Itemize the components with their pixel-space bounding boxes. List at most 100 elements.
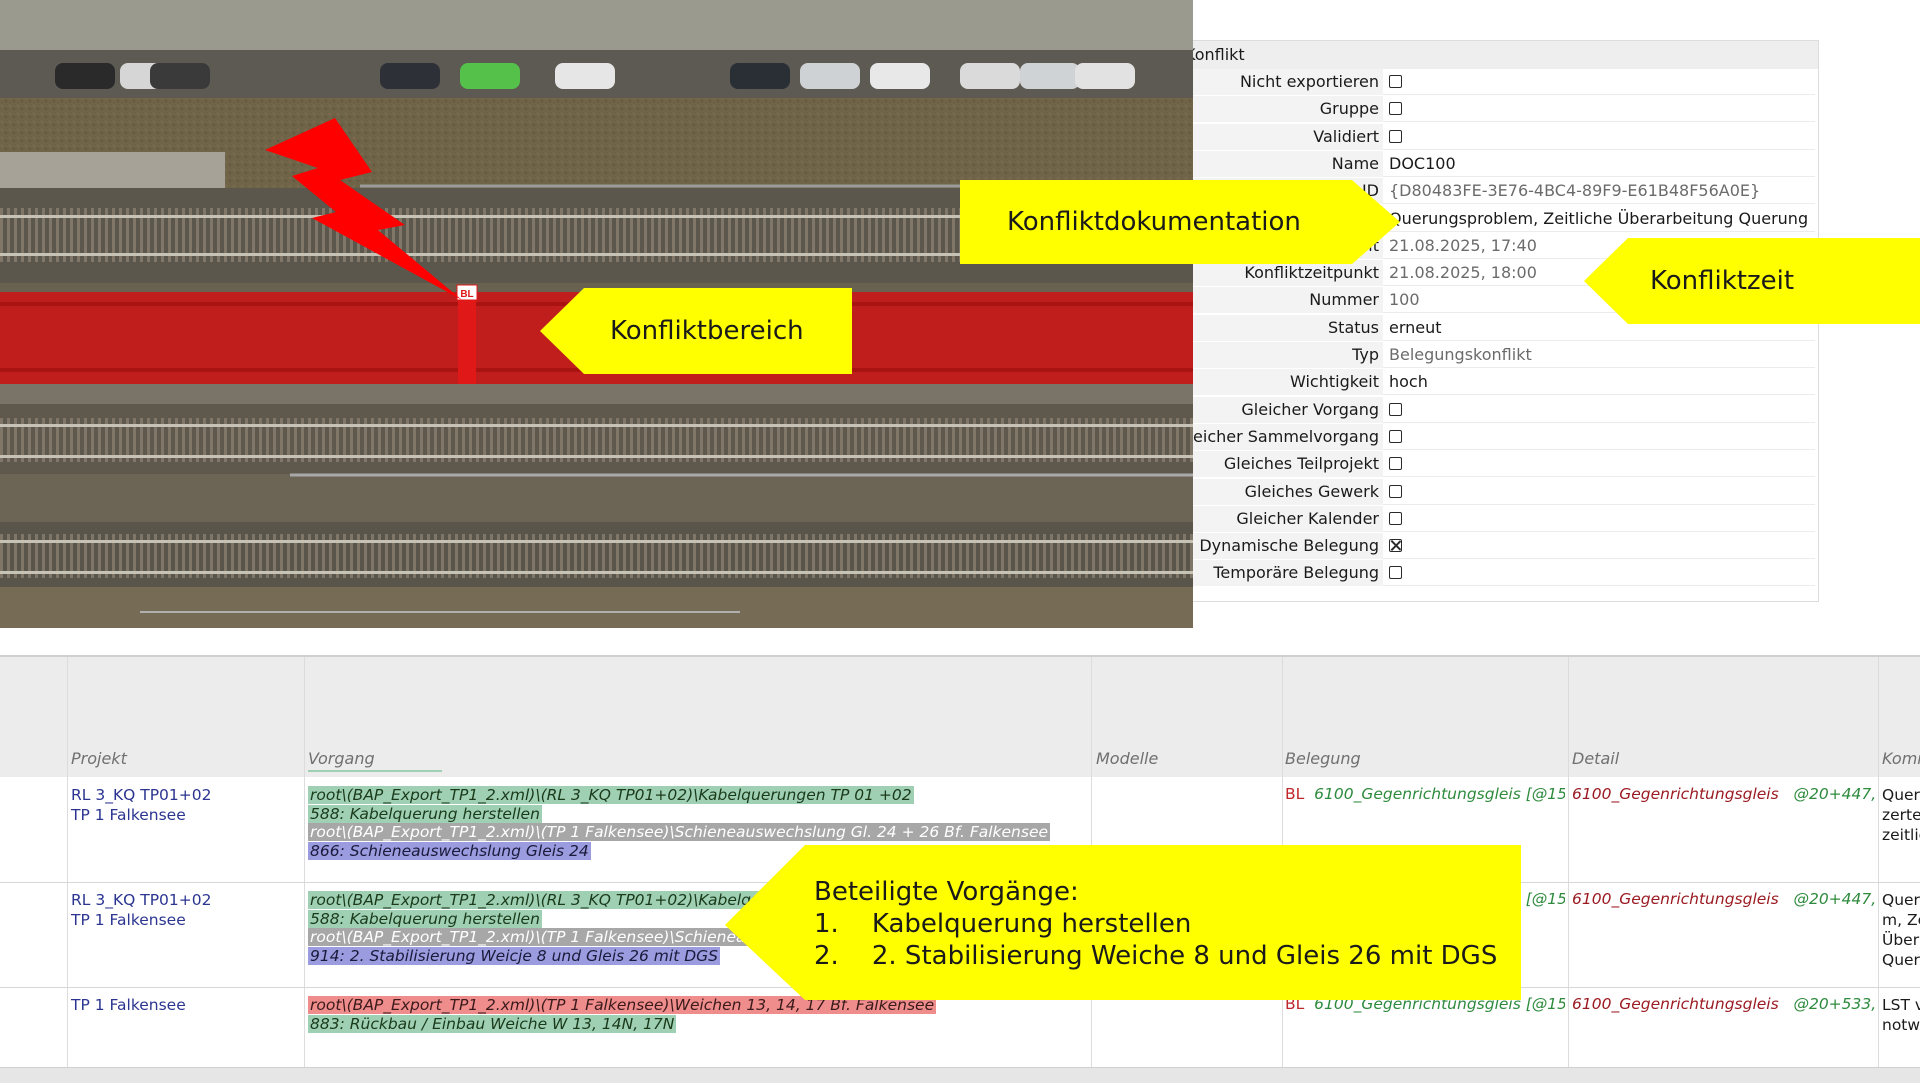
vorgang-path[interactable]: root\(BAP_Export_TP1_2.xml)\(RL 3_KQ TP0… — [308, 786, 914, 804]
cell-projekt: RL 3_KQ TP01+02 TP 1 Falkensee — [71, 890, 211, 930]
property-checkbox[interactable] — [1389, 511, 1402, 525]
property-label-cell: Gleicher Sammelvorgang — [1193, 423, 1383, 450]
property-checkbox[interactable] — [1389, 539, 1402, 553]
kommentar-line: Über — [1882, 931, 1920, 949]
property-checkbox[interactable] — [1389, 484, 1402, 498]
parked-car — [460, 63, 520, 89]
property-label: Nicht exportieren — [1239, 72, 1379, 91]
property-label-cell: Wichtigkeit — [1193, 369, 1383, 396]
kommentar-line: zeitlic — [1882, 826, 1920, 844]
property-value-cell — [1383, 479, 1815, 505]
track-rail — [0, 455, 1193, 458]
property-row: Typ Belegungskonflikt — [1193, 342, 1818, 369]
vorgang-path[interactable]: root\(BAP_Export_TP1_2.xml)\(TP 1 Falken… — [308, 823, 1051, 841]
property-row: Nicht exportieren — [1193, 69, 1818, 96]
property-checkbox[interactable] — [1389, 457, 1402, 471]
kommentar-line: m, Ze — [1882, 911, 1920, 929]
property-label-cell: Nummer — [1193, 287, 1383, 314]
column-header-vorgang[interactable]: Vorgang — [308, 749, 375, 768]
detail-position: @20+447, @2 — [1793, 785, 1880, 803]
property-checkbox[interactable] — [1389, 75, 1402, 88]
vorgang-task[interactable]: 588: Kabelquerung herstellen — [308, 910, 542, 928]
callout-beteiligte-item-2: 2. 2. Stabilisierung Weiche 8 und Gleis … — [814, 941, 1498, 971]
vorgang-task[interactable]: 588: Kabelquerung herstellen — [308, 805, 542, 823]
cell-detail: 6100_Gegenrichtungsgleis @20+533, @2 — [1572, 995, 1880, 1013]
vorgang-task[interactable]: 914: 2. Stabilisierung Weicje 8 und Glei… — [308, 947, 720, 965]
property-row: Wichtigkeit hoch — [1193, 369, 1818, 396]
property-value-cell — [1383, 451, 1815, 478]
parked-car — [960, 63, 1020, 89]
property-value: erneut — [1389, 317, 1442, 337]
property-label: Dynamische Belegung — [1199, 536, 1379, 556]
property-value-cell[interactable]: {D80483FE-3E76-4BC4-89F9-E61B48F56A0E} — [1383, 178, 1815, 205]
property-value-cell[interactable]: Belegungskonflikt — [1383, 342, 1815, 368]
property-row: Name DOC100 — [1193, 150, 1818, 178]
column-header-kommentar[interactable]: Komm — [1882, 749, 1920, 768]
kommentar-line: Quer — [1882, 891, 1920, 909]
detail-position: @20+533, @2 — [1793, 995, 1880, 1013]
property-checkbox[interactable] — [1389, 429, 1402, 443]
column-header-modelle[interactable]: Modelle — [1096, 749, 1158, 768]
track-rail — [0, 540, 1193, 543]
property-row: Gleicher Vorgang — [1193, 396, 1818, 424]
property-value: Belegungskonflikt — [1389, 345, 1532, 364]
property-row: Gruppe — [1193, 96, 1818, 123]
vorgang-task[interactable]: 883: Rückbau / Einbau Weiche W 13, 14N, … — [308, 1015, 677, 1033]
property-value-cell[interactable]: Querungsproblem, Zeitliche Überarbeitung… — [1383, 206, 1815, 232]
callout-beteiligte-item-1: 1. Kabelquerung herstellen — [814, 909, 1192, 939]
callout-beteiligte-vorgaenge: Beteiligte Vorgänge: 1. Kabelquerung her… — [725, 845, 1521, 1000]
parked-car — [55, 63, 115, 89]
column-header-projekt[interactable]: Projekt — [71, 749, 127, 768]
callout-konfliktdokumentation-text: Konfliktdokumentation — [1007, 207, 1301, 237]
property-value-cell[interactable]: DOC100 — [1383, 151, 1815, 177]
cell-vorgang: root\(BAP_Export_TP1_2.xml)\(RL 3_KQ TP0… — [308, 786, 914, 824]
property-label: Gleicher Sammelvorgang — [1193, 426, 1379, 446]
property-checkbox[interactable] — [1389, 566, 1402, 580]
callout-konfliktzeit-text: Konfliktzeit — [1650, 266, 1795, 296]
property-label: Status — [1328, 317, 1379, 337]
property-label: Name — [1331, 153, 1379, 173]
parked-car — [380, 63, 440, 89]
property-value: 21.08.2025, 17:40 — [1389, 235, 1537, 255]
table-toolbar-area — [0, 657, 1920, 737]
property-label-cell: Gleiches Teilprojekt — [1193, 451, 1383, 478]
property-row: Gleiches Teilprojekt — [1193, 451, 1818, 478]
cell-projekt: TP 1 Falkensee — [71, 995, 186, 1015]
parked-car — [1020, 63, 1080, 89]
kommentar-line: Quer — [1882, 951, 1920, 969]
parked-car — [150, 63, 210, 89]
property-value: hoch — [1389, 372, 1428, 392]
property-label: Gleiches Teilprojekt — [1223, 454, 1379, 474]
kommentar-line: notw — [1882, 1016, 1920, 1034]
kommentar-line: LST v — [1882, 996, 1920, 1014]
callout-konfliktbereich: Konfliktbereich — [540, 288, 852, 374]
property-value-cell — [1383, 397, 1815, 423]
property-value: Querungsproblem, Zeitliche Überarbeitung… — [1389, 208, 1809, 228]
property-value: 21.08.2025, 18:00 — [1389, 263, 1537, 283]
parked-car — [730, 63, 790, 89]
property-label: Typ — [1352, 345, 1379, 364]
detail-track: 6100_Gegenrichtungsgleis — [1572, 785, 1779, 803]
bl-marker-label: BL — [460, 289, 473, 300]
property-label: Gleiches Gewerk — [1244, 481, 1379, 501]
property-value-cell[interactable]: hoch — [1383, 369, 1815, 396]
cell-kommentar: Quer m, Ze Über Quer — [1882, 890, 1920, 970]
property-checkbox[interactable] — [1389, 102, 1402, 116]
property-checkbox[interactable] — [1389, 129, 1402, 143]
property-label: Validiert — [1313, 126, 1379, 146]
property-value-cell — [1383, 424, 1815, 450]
column-header-detail[interactable]: Detail — [1572, 749, 1619, 768]
kommentar-line: Quer — [1882, 786, 1920, 804]
projekt-name: TP 1 Falkensee — [71, 806, 186, 824]
belegung-value: 6100_Gegenrichtungsgleis [@1520 — [1314, 785, 1565, 803]
column-header-belegung[interactable]: Belegung — [1285, 749, 1361, 768]
property-row: Temporäre Belegung — [1193, 560, 1818, 587]
callout-konfliktzeit: Konfliktzeit — [1584, 238, 1920, 324]
vorgang-task[interactable]: 866: Schieneauswechslung Gleis 24 — [308, 842, 591, 860]
parked-car — [555, 63, 615, 89]
parked-car — [870, 63, 930, 89]
property-label-cell: Gleicher Kalender — [1193, 505, 1383, 532]
property-checkbox[interactable] — [1389, 402, 1402, 416]
detail-track: 6100_Gegenrichtungsgleis — [1572, 995, 1779, 1013]
parked-car — [1075, 63, 1135, 89]
